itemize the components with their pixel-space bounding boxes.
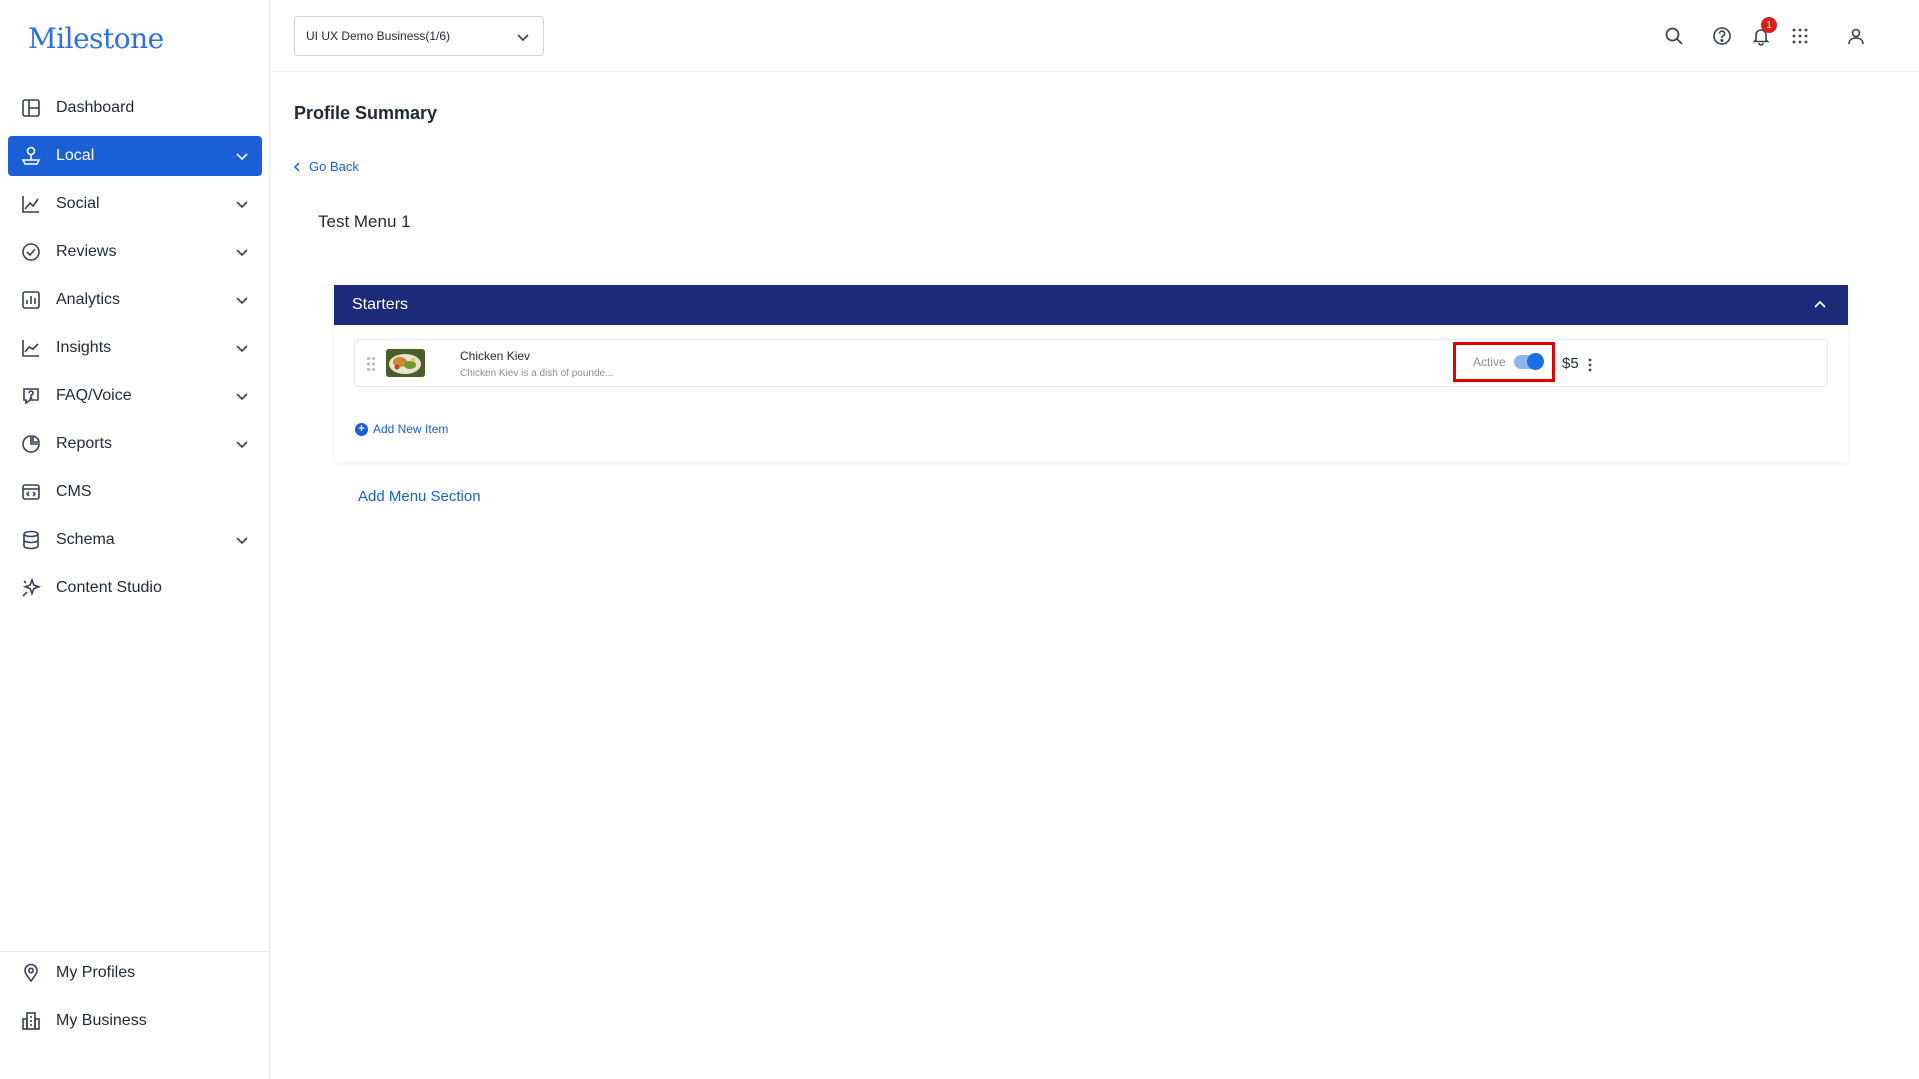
chevron-down-icon bbox=[234, 292, 250, 308]
reviews-check-icon bbox=[20, 241, 42, 263]
sidebar-item-label: Analytics bbox=[56, 291, 121, 308]
add-new-item-button[interactable]: + Add New Item bbox=[355, 422, 448, 436]
chevron-down-icon bbox=[234, 388, 250, 404]
status-toggle-group: Active bbox=[1453, 342, 1555, 382]
sidebar-item-social[interactable]: Social bbox=[8, 184, 262, 224]
business-selector[interactable]: UI UX Demo Business(1/6) bbox=[294, 16, 544, 56]
chevron-down-icon bbox=[515, 29, 531, 45]
cms-icon bbox=[20, 481, 42, 503]
building-icon bbox=[20, 1010, 42, 1032]
sidebar-divider bbox=[0, 951, 270, 952]
sidebar-nav: Dashboard Local Social Reviews Analytics… bbox=[8, 88, 262, 616]
reports-pie-icon bbox=[20, 433, 42, 455]
brand-logo[interactable]: Milestone bbox=[28, 22, 164, 55]
schema-database-icon bbox=[20, 529, 42, 551]
help-icon[interactable] bbox=[1710, 24, 1734, 48]
top-header: UI UX Demo Business(1/6) 1 bbox=[270, 0, 1919, 72]
add-menu-section-button[interactable]: Add Menu Section bbox=[358, 488, 481, 505]
sidebar-item-cms[interactable]: CMS bbox=[8, 472, 262, 512]
chevron-down-icon bbox=[234, 244, 250, 260]
sidebar-item-label: Local bbox=[56, 147, 95, 164]
app-root: Milestone Dashboard Local Social Reviews… bbox=[0, 0, 1919, 1079]
user-icon[interactable] bbox=[1844, 24, 1868, 48]
social-chart-icon bbox=[20, 193, 42, 215]
sidebar-item-reports[interactable]: Reports bbox=[8, 424, 262, 464]
chevron-down-icon bbox=[234, 436, 250, 452]
analytics-bar-icon bbox=[20, 289, 42, 311]
chevron-down-icon bbox=[234, 148, 250, 164]
apps-grid-icon[interactable] bbox=[1788, 24, 1812, 48]
page-title: Profile Summary bbox=[294, 103, 438, 123]
sidebar-item-label: FAQ/Voice bbox=[56, 387, 132, 404]
sidebar-item-schema[interactable]: Schema bbox=[8, 520, 262, 560]
business-selector-value: UI UX Demo Business(1/6) bbox=[306, 29, 451, 43]
drag-handle-icon[interactable] bbox=[366, 356, 376, 372]
sidebar-item-reviews[interactable]: Reviews bbox=[8, 232, 262, 272]
sidebar-item-my-profiles[interactable]: My Profiles bbox=[8, 953, 262, 993]
sidebar-item-label: Dashboard bbox=[56, 99, 135, 116]
menu-item-row[interactable]: Chicken Kiev Chicken Kiev is a dish of p… bbox=[354, 339, 1828, 387]
add-new-item-label: Add New Item bbox=[373, 422, 449, 436]
local-pin-icon bbox=[20, 145, 42, 167]
chevron-down-icon bbox=[234, 196, 250, 212]
location-pin-icon bbox=[20, 962, 42, 984]
sidebar-item-content-studio[interactable]: Content Studio bbox=[8, 568, 262, 608]
sidebar-item-label: CMS bbox=[56, 483, 92, 500]
sidebar-item-label: Reports bbox=[56, 435, 113, 452]
more-options-icon[interactable] bbox=[1586, 356, 1594, 374]
menu-item-price: $5 bbox=[1562, 355, 1579, 372]
sidebar: Milestone Dashboard Local Social Reviews… bbox=[0, 0, 270, 1079]
sidebar-item-label: Social bbox=[56, 195, 100, 212]
chevron-left-icon bbox=[293, 161, 300, 172]
go-back-label: Go Back bbox=[309, 159, 359, 174]
menu-item-name: Chicken Kiev bbox=[460, 349, 531, 363]
menu-item-thumbnail bbox=[386, 349, 425, 377]
active-toggle[interactable] bbox=[1513, 353, 1544, 370]
status-label: Active bbox=[1473, 355, 1506, 369]
search-icon[interactable] bbox=[1662, 24, 1686, 48]
sidebar-item-label: Schema bbox=[56, 531, 115, 548]
sidebar-item-my-business[interactable]: My Business bbox=[8, 1001, 262, 1041]
chevron-down-icon bbox=[234, 340, 250, 356]
go-back-link[interactable]: Go Back bbox=[293, 159, 359, 174]
insights-line-icon bbox=[20, 337, 42, 359]
sidebar-item-local[interactable]: Local bbox=[8, 136, 262, 176]
sidebar-item-analytics[interactable]: Analytics bbox=[8, 280, 262, 320]
chevron-down-icon bbox=[234, 532, 250, 548]
dashboard-icon bbox=[20, 97, 42, 119]
sidebar-item-label: Reviews bbox=[56, 243, 117, 260]
sidebar-item-label: My Business bbox=[56, 1012, 147, 1029]
menu-section-card: Starters Chicken Kiev Chicken Kiev is a … bbox=[334, 285, 1848, 462]
menu-section-header[interactable]: Starters bbox=[334, 285, 1848, 325]
plus-circle-icon: + bbox=[355, 422, 368, 436]
sidebar-item-label: My Profiles bbox=[56, 964, 136, 981]
sidebar-item-faq-voice[interactable]: FAQ/Voice bbox=[8, 376, 262, 416]
toggle-knob bbox=[1526, 353, 1544, 370]
notification-count-badge: 1 bbox=[1761, 17, 1777, 33]
sidebar-bottom-nav: My Profiles My Business bbox=[8, 953, 262, 1049]
chevron-up-icon[interactable] bbox=[1812, 297, 1828, 313]
bell-icon[interactable]: 1 bbox=[1749, 17, 1777, 48]
sidebar-item-label: Content Studio bbox=[56, 579, 162, 596]
sidebar-item-dashboard[interactable]: Dashboard bbox=[8, 88, 262, 128]
menu-section-title: Starters bbox=[352, 296, 409, 313]
menu-item-description: Chicken Kiev is a dish of pounde... bbox=[460, 368, 614, 379]
menu-name: Test Menu 1 bbox=[318, 212, 411, 231]
sidebar-item-label: Insights bbox=[56, 339, 112, 356]
sidebar-item-insights[interactable]: Insights bbox=[8, 328, 262, 368]
faq-icon bbox=[20, 385, 42, 407]
content-studio-sparkle-icon bbox=[20, 577, 42, 599]
